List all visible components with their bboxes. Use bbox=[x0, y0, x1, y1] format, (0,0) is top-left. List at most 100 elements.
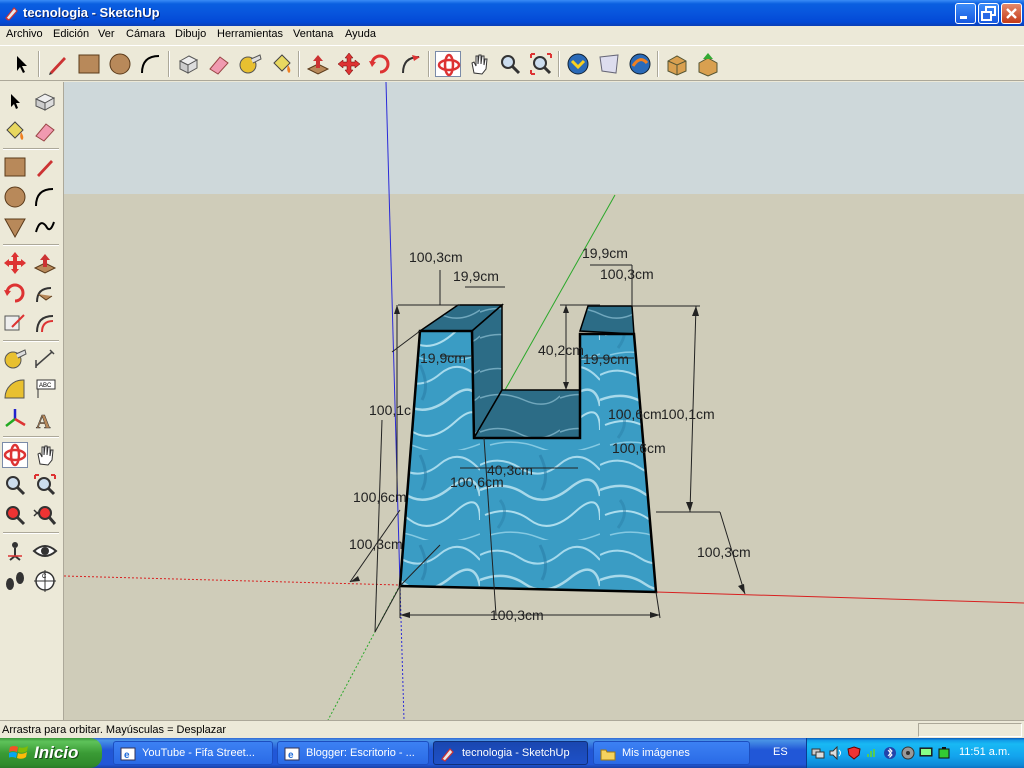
palette-separator bbox=[3, 340, 59, 342]
toolbar-share-model[interactable] bbox=[596, 51, 622, 77]
palette-freehand[interactable] bbox=[32, 214, 58, 240]
toolbar-select[interactable] bbox=[8, 51, 34, 77]
palette-walk[interactable] bbox=[2, 568, 28, 594]
menu-herramientas[interactable]: Herramientas bbox=[217, 28, 283, 40]
walk-icon bbox=[6, 572, 24, 590]
taskbar-button-mis-imagenes[interactable]: Mis imágenes bbox=[593, 741, 750, 765]
palette-move[interactable] bbox=[2, 250, 28, 276]
palette-arc[interactable] bbox=[32, 184, 58, 210]
close-button[interactable] bbox=[1001, 3, 1022, 24]
toolbar-pan[interactable] bbox=[466, 51, 492, 77]
language-indicator[interactable]: ES bbox=[773, 746, 788, 758]
monitor-icon[interactable] bbox=[919, 746, 933, 760]
toolbar-orbit[interactable] bbox=[435, 51, 461, 77]
toolbar-warehouse[interactable] bbox=[664, 51, 690, 77]
palette-protractor[interactable] bbox=[2, 376, 28, 402]
toolbar-pencil[interactable] bbox=[45, 51, 71, 77]
network-icon[interactable] bbox=[811, 746, 825, 760]
wireless-icon[interactable] bbox=[865, 746, 879, 760]
palette-offset[interactable] bbox=[32, 310, 58, 336]
palette-text[interactable]: ABC bbox=[32, 376, 58, 402]
palette-axes[interactable] bbox=[2, 406, 28, 432]
arc-icon bbox=[35, 188, 54, 207]
security-shield-icon[interactable] bbox=[847, 746, 861, 760]
palette-make-component[interactable] bbox=[32, 88, 58, 114]
push-pull-icon bbox=[33, 254, 57, 274]
restore-button[interactable] bbox=[978, 3, 999, 24]
menu-dibujo[interactable]: Dibujo bbox=[175, 28, 206, 40]
measurements-box[interactable] bbox=[918, 723, 1022, 737]
toolbar-zoom-extents[interactable] bbox=[528, 51, 554, 77]
taskbar-button-blogger[interactable]: e Blogger: Escritorio - ... bbox=[277, 741, 429, 765]
palette-rectangle[interactable] bbox=[2, 154, 28, 180]
palette-paint-bucket[interactable] bbox=[2, 118, 28, 144]
toolbar-separator bbox=[657, 51, 659, 77]
palette-rotate[interactable] bbox=[2, 280, 28, 306]
toolbar-eraser[interactable] bbox=[206, 51, 232, 77]
battery-icon[interactable] bbox=[937, 746, 951, 760]
toolbar-circle[interactable] bbox=[107, 51, 133, 77]
toolbar-rectangle[interactable] bbox=[76, 51, 102, 77]
menu-ventana[interactable]: Ventana bbox=[293, 28, 333, 40]
palette-zoom-extents[interactable] bbox=[32, 502, 58, 528]
arc-icon bbox=[141, 55, 160, 74]
taskbar-button-youtube[interactable]: e YouTube - Fifa Street... bbox=[113, 741, 273, 765]
palette-zoom-window[interactable] bbox=[32, 472, 58, 498]
toolbar-components[interactable] bbox=[627, 51, 653, 77]
disc-icon[interactable] bbox=[901, 746, 915, 760]
select-icon bbox=[11, 94, 20, 109]
taskbar-button-sketchup[interactable]: tecnologia - SketchUp bbox=[433, 741, 588, 765]
palette-3d-text[interactable]: A bbox=[32, 406, 58, 434]
palette-previous[interactable] bbox=[2, 502, 28, 528]
palette-circle[interactable] bbox=[2, 184, 28, 210]
toolbar-follow-me[interactable] bbox=[398, 51, 424, 77]
model-canvas[interactable]: 100,3cm 19,9cm 19,9cm 100,3cm 19,9cm 40,… bbox=[64, 82, 1024, 720]
taskbar-label: Mis imágenes bbox=[622, 747, 690, 759]
pan-icon bbox=[471, 54, 488, 75]
palette-position-camera[interactable] bbox=[2, 538, 28, 564]
bluetooth-icon[interactable] bbox=[883, 746, 897, 760]
axes-icon bbox=[5, 409, 26, 427]
palette-orbit[interactable] bbox=[2, 442, 28, 468]
palette-follow-me[interactable] bbox=[32, 280, 58, 306]
paint-bucket-icon bbox=[6, 121, 24, 140]
start-button[interactable]: Inicio bbox=[0, 738, 102, 768]
menu-archivo[interactable]: Archivo bbox=[6, 28, 43, 40]
menu-camara[interactable]: Cámara bbox=[126, 28, 165, 40]
menu-ayuda[interactable]: Ayuda bbox=[345, 28, 376, 40]
dim-label: 100,1cm bbox=[661, 406, 715, 422]
palette-eraser[interactable] bbox=[32, 118, 58, 144]
palette-section-plane[interactable]: C bbox=[32, 568, 58, 594]
palette-scale[interactable] bbox=[2, 310, 28, 336]
menu-ver[interactable]: Ver bbox=[98, 28, 115, 40]
toolbar-arc[interactable] bbox=[138, 51, 164, 77]
volume-icon[interactable] bbox=[829, 746, 843, 760]
zoom-extents-icon bbox=[530, 53, 552, 75]
palette-line[interactable] bbox=[32, 154, 58, 180]
follow-me-icon bbox=[402, 55, 420, 74]
palette-pan[interactable] bbox=[32, 442, 58, 468]
toolbar-make-component[interactable] bbox=[175, 51, 201, 77]
toolbar-rotate[interactable] bbox=[367, 51, 393, 77]
toolbar-paint-bucket[interactable] bbox=[268, 51, 294, 77]
toolbar-get-models[interactable] bbox=[565, 51, 591, 77]
toolbar-zoom[interactable] bbox=[497, 51, 523, 77]
palette-zoom[interactable] bbox=[2, 472, 28, 498]
palette-look-around[interactable] bbox=[32, 538, 58, 564]
menu-edicion[interactable]: Edición bbox=[53, 28, 89, 40]
toolbar-upload[interactable] bbox=[695, 51, 721, 77]
toolbar-tape-measure[interactable] bbox=[237, 51, 263, 77]
svg-text:ABC: ABC bbox=[39, 383, 52, 389]
palette-polygon[interactable] bbox=[2, 214, 28, 240]
palette-select[interactable] bbox=[2, 88, 28, 114]
palette-tape-measure[interactable] bbox=[2, 346, 28, 372]
palette-push-pull[interactable] bbox=[32, 250, 58, 276]
toolbar-move[interactable] bbox=[336, 51, 362, 77]
menu-bar: Archivo Edición Ver Cámara Dibujo Herram… bbox=[0, 26, 1024, 45]
drawing-viewport[interactable]: 100,3cm 19,9cm 19,9cm 100,3cm 19,9cm 40,… bbox=[64, 82, 1024, 720]
right-pillar-top bbox=[578, 305, 635, 335]
rotate-icon bbox=[4, 283, 25, 303]
minimize-button[interactable] bbox=[955, 3, 976, 24]
palette-dimension[interactable] bbox=[32, 346, 58, 372]
toolbar-push-pull[interactable] bbox=[305, 51, 331, 77]
